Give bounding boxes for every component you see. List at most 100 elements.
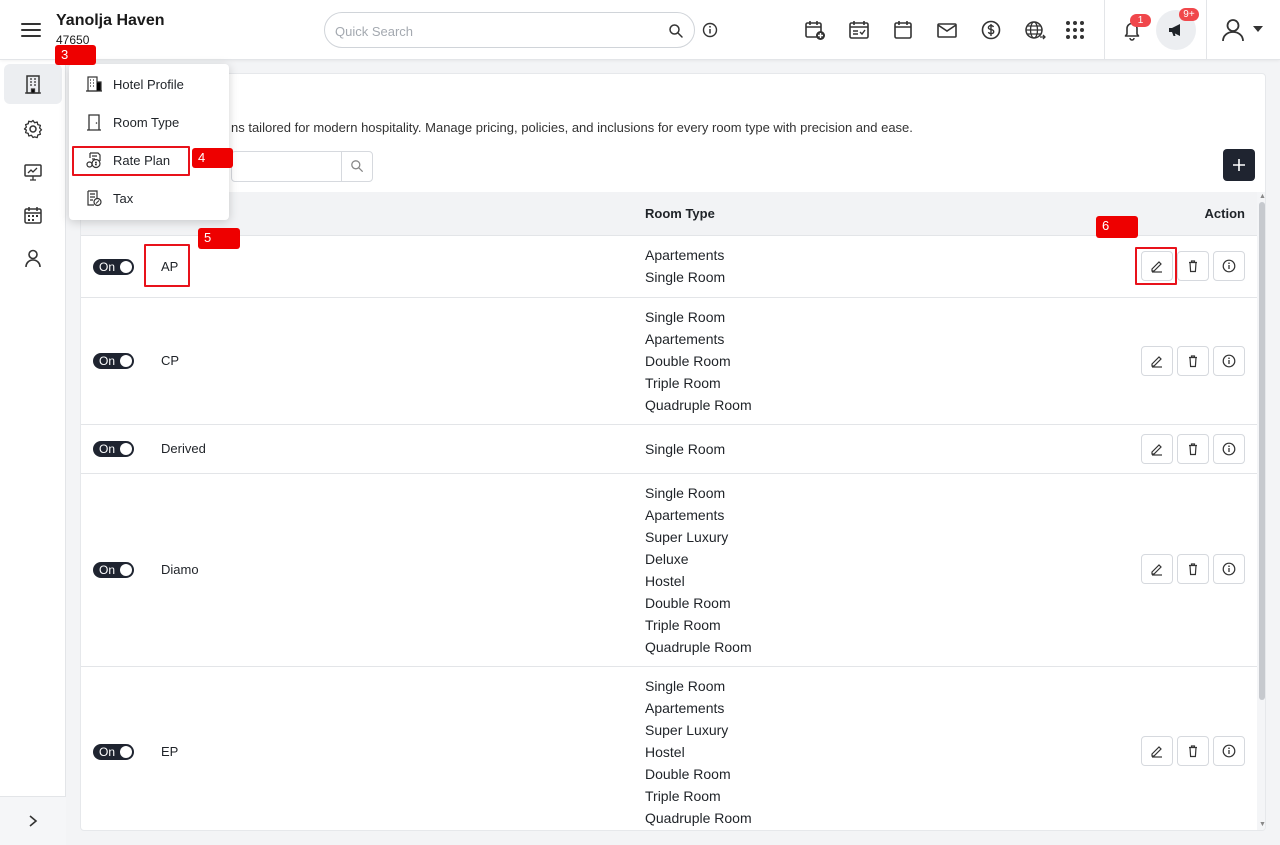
info-icon bbox=[1222, 354, 1236, 368]
info-icon bbox=[1222, 259, 1236, 273]
edit-button[interactable] bbox=[1141, 736, 1173, 766]
page-description: ns tailored for modern hospitality. Mana… bbox=[231, 120, 913, 135]
room-type-item: Quadruple Room bbox=[645, 810, 752, 826]
search-icon bbox=[351, 160, 363, 172]
rate-plan-name: AP bbox=[161, 259, 179, 274]
toggle-knob bbox=[120, 564, 132, 576]
sidebar-expand-button[interactable] bbox=[0, 796, 66, 845]
pencil-icon bbox=[1151, 444, 1162, 456]
menu-item-hotel-profile[interactable]: Hotel Profile bbox=[73, 67, 225, 101]
info-button[interactable] bbox=[1213, 434, 1245, 464]
sidebar-item-settings[interactable] bbox=[4, 109, 62, 149]
menu-item-label: Hotel Profile bbox=[113, 77, 184, 92]
room-type-item: Triple Room bbox=[645, 375, 721, 391]
room-type-item: Apartements bbox=[645, 247, 725, 263]
room-type-item: Triple Room bbox=[645, 788, 721, 804]
filter-search-input[interactable] bbox=[231, 151, 373, 182]
calendar-grid-icon bbox=[24, 207, 42, 224]
search-icon[interactable] bbox=[668, 23, 684, 39]
status-toggle[interactable]: On bbox=[93, 441, 134, 457]
room-type-item: Quadruple Room bbox=[645, 397, 752, 413]
room-type-item: Single Room bbox=[645, 441, 726, 457]
info-button[interactable] bbox=[1213, 346, 1245, 376]
toggle-knob bbox=[120, 443, 132, 455]
user-menu-caret-icon[interactable] bbox=[1253, 26, 1263, 32]
rate-plan-card: ns tailored for modern hospitality. Mana… bbox=[80, 73, 1266, 831]
hamburger-menu-icon[interactable] bbox=[20, 19, 42, 41]
filter-search-button[interactable] bbox=[341, 152, 372, 181]
delete-button[interactable] bbox=[1177, 736, 1209, 766]
sidebar-item-users[interactable] bbox=[4, 238, 62, 278]
info-icon bbox=[1222, 744, 1236, 758]
room-type-item: Triple Room bbox=[645, 617, 721, 633]
toggle-knob bbox=[120, 746, 132, 758]
status-toggle[interactable]: On bbox=[93, 744, 134, 760]
menu-item-label: Tax bbox=[113, 191, 134, 206]
toggle-label: On bbox=[99, 745, 116, 759]
room-type-item: Hostel bbox=[645, 573, 685, 589]
add-rate-plan-button[interactable] bbox=[1223, 149, 1255, 181]
status-toggle[interactable]: On bbox=[93, 259, 134, 275]
apps-grid-icon[interactable] bbox=[1064, 19, 1086, 41]
delete-button[interactable] bbox=[1177, 434, 1209, 464]
mail-icon[interactable] bbox=[936, 19, 958, 41]
pencil-icon bbox=[1151, 261, 1162, 273]
edit-button[interactable] bbox=[1141, 346, 1173, 376]
quick-search bbox=[324, 12, 695, 48]
edit-button[interactable] bbox=[1141, 554, 1173, 584]
dollar-icon[interactable] bbox=[980, 19, 1002, 41]
toggle-knob bbox=[120, 261, 132, 273]
sidebar-item-monitor[interactable] bbox=[4, 152, 62, 192]
sidebar bbox=[0, 60, 66, 845]
user-icon bbox=[25, 249, 41, 268]
delete-button[interactable] bbox=[1177, 554, 1209, 584]
table-row: On EP Single Room Apartements Super Luxu… bbox=[81, 667, 1257, 830]
plus-icon bbox=[1233, 159, 1245, 171]
room-type-item: Single Room bbox=[645, 678, 726, 694]
scrollbar-thumb[interactable] bbox=[1259, 202, 1265, 700]
scroll-down-arrow-icon[interactable]: ▼ bbox=[1259, 821, 1265, 828]
user-avatar-icon[interactable] bbox=[1220, 17, 1246, 43]
info-icon bbox=[1222, 442, 1236, 456]
rate-plan-name: Diamo bbox=[161, 562, 199, 577]
room-type-item: Apartements bbox=[645, 507, 725, 523]
info-button[interactable] bbox=[1213, 554, 1245, 584]
info-button[interactable] bbox=[1213, 736, 1245, 766]
delete-button[interactable] bbox=[1177, 251, 1209, 281]
globe-icon[interactable] bbox=[1024, 19, 1046, 41]
quick-search-input[interactable] bbox=[335, 21, 655, 41]
trash-icon bbox=[1189, 563, 1197, 576]
search-info-icon[interactable] bbox=[702, 22, 718, 38]
menu-item-room-type[interactable]: Room Type bbox=[73, 105, 225, 139]
table-scrollbar[interactable]: ▲ ▼ bbox=[1257, 192, 1265, 830]
hotel-name: Yanolja Haven bbox=[56, 12, 165, 29]
delete-button[interactable] bbox=[1177, 346, 1209, 376]
room-type-item: Double Room bbox=[645, 766, 731, 782]
status-toggle[interactable]: On bbox=[93, 562, 134, 578]
room-type-item: Single Room bbox=[645, 269, 726, 285]
toggle-knob bbox=[120, 355, 132, 367]
edit-button[interactable] bbox=[1141, 251, 1173, 281]
status-toggle[interactable]: On bbox=[93, 353, 134, 369]
edit-button[interactable] bbox=[1141, 434, 1173, 464]
calendar-check-icon[interactable] bbox=[848, 19, 870, 41]
calendar-icon[interactable] bbox=[892, 19, 914, 41]
room-type-item: Apartements bbox=[645, 331, 725, 347]
scroll-up-arrow-icon[interactable]: ▲ bbox=[1259, 193, 1265, 200]
column-header-action: Action bbox=[1204, 206, 1245, 221]
table-row: On CP Single Room Apartements Double Roo… bbox=[81, 298, 1257, 425]
calendar-add-icon[interactable] bbox=[804, 19, 826, 41]
sidebar-item-hotel[interactable] bbox=[4, 64, 62, 104]
toggle-label: On bbox=[99, 354, 116, 368]
room-type-item: Double Room bbox=[645, 595, 731, 611]
menu-item-tax[interactable]: Tax bbox=[73, 181, 225, 215]
room-type-list: Single Room Apartements Double Room Trip… bbox=[645, 306, 752, 416]
info-button[interactable] bbox=[1213, 251, 1245, 281]
trash-icon bbox=[1189, 443, 1197, 456]
room-type-list: Single Room Apartements Super Luxury Del… bbox=[645, 482, 752, 658]
toolbar-divider bbox=[1206, 0, 1207, 60]
room-type-item: Quadruple Room bbox=[645, 639, 752, 655]
tax-document-icon bbox=[87, 190, 102, 207]
sidebar-item-calendar[interactable] bbox=[4, 195, 62, 235]
hotel-settings-menu: Hotel Profile Room Type Rate Plan Tax bbox=[69, 64, 229, 220]
